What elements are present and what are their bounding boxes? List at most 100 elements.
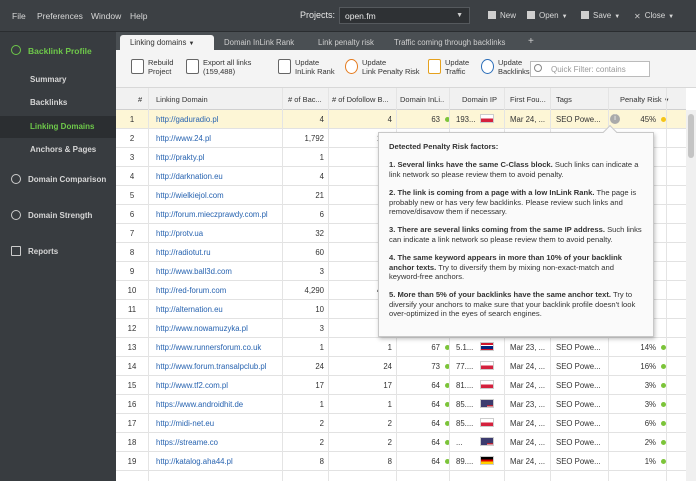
first-found-date: Mar 24, ... bbox=[510, 419, 546, 428]
country-flag-icon bbox=[480, 342, 494, 351]
new-label: New bbox=[500, 11, 517, 20]
vertical-scrollbar[interactable] bbox=[686, 110, 696, 481]
linking-domain-link[interactable]: https://www.androidhit.de bbox=[156, 400, 280, 409]
close-button[interactable]: ✕ Close ▼ bbox=[634, 11, 674, 21]
add-tab-button[interactable]: + bbox=[518, 35, 536, 50]
row-index: 12 bbox=[127, 324, 137, 333]
row-index: 17 bbox=[127, 419, 137, 428]
menu-window[interactable]: Window bbox=[91, 11, 121, 21]
col-header-tags[interactable]: Tags bbox=[556, 95, 572, 104]
table-row[interactable]: 1 http://gaduradio.pl 4 4 63 193... Mar 24, ..… bbox=[116, 110, 686, 129]
sidebar-item-linking-domains[interactable]: Linking Domains bbox=[0, 116, 116, 138]
backlinks-count: 24 bbox=[315, 362, 324, 371]
tab-linking-domains[interactable]: Linking domains ▼ bbox=[120, 35, 214, 50]
penalty-risk-value: 2% bbox=[644, 438, 656, 447]
col-header-first-found[interactable]: First Fou... bbox=[510, 95, 546, 104]
linking-domain-link[interactable]: http://midi-net.eu bbox=[156, 419, 280, 428]
new-button[interactable]: New bbox=[488, 11, 516, 20]
table-row[interactable]: 14 http://www.forum.transalpclub.pl 24 24 73… bbox=[116, 357, 686, 376]
dofollow-count: 1 bbox=[387, 343, 392, 352]
table-row[interactable]: 19 http://katalog.aha44.pl 8 8 64 89.... Mar 2… bbox=[116, 452, 686, 471]
menu-file[interactable]: File bbox=[12, 11, 26, 21]
sidebar-item-backlinks[interactable]: Backlinks bbox=[0, 92, 116, 114]
backlinks-count: 21 bbox=[315, 191, 324, 200]
row-index: 11 bbox=[127, 305, 137, 314]
col-header-dofollow[interactable]: # of Dofollow B... bbox=[332, 95, 394, 104]
col-header-inlink-rank[interactable]: Domain InLi... bbox=[400, 95, 444, 104]
linking-domain-link[interactable]: http://www.nowamuzyka.pl bbox=[156, 324, 280, 333]
linking-domain-link[interactable]: https://streame.co bbox=[156, 438, 280, 447]
update-backlinks-button[interactable]: Update Backlinks bbox=[481, 58, 530, 76]
update-label-2: Backlinks bbox=[498, 67, 530, 76]
sidebar-section-domain-comparison[interactable]: Domain Comparison bbox=[0, 169, 116, 191]
table-row[interactable]: 15 http://www.tf2.com.pl 17 17 64 81.... Mar 2… bbox=[116, 376, 686, 395]
save-button[interactable]: Save ▼ bbox=[581, 11, 620, 20]
linking-domain-link[interactable]: http://www.tf2.com.pl bbox=[156, 381, 280, 390]
info-icon[interactable]: i bbox=[610, 114, 620, 124]
table-row[interactable]: 16 https://www.androidhit.de 1 1 64 85.... Mar… bbox=[116, 395, 686, 414]
inlink-rank: 64 bbox=[431, 381, 440, 390]
open-button[interactable]: Open ▼ bbox=[527, 11, 568, 20]
update-penalty-button[interactable]: Update Link Penalty Risk bbox=[345, 58, 420, 76]
update-traffic-button[interactable]: Update Traffic bbox=[428, 58, 470, 76]
scrollbar-thumb[interactable] bbox=[688, 114, 694, 158]
col-header-domain-ip[interactable]: Domain IP bbox=[462, 95, 497, 104]
linking-domain-link[interactable]: http://katalog.aha44.pl bbox=[156, 457, 280, 466]
linking-domain-link[interactable]: http://radiotut.ru bbox=[156, 248, 280, 257]
linking-domain-link[interactable]: http://protv.ua bbox=[156, 229, 280, 238]
backlinks-count: 32 bbox=[315, 229, 324, 238]
table-row[interactable]: 17 http://midi-net.eu 2 2 64 85.... Mar 24, ..… bbox=[116, 414, 686, 433]
col-header-backlinks[interactable]: # of Bac... bbox=[288, 95, 326, 104]
linking-domain-link[interactable]: http://prakty.pl bbox=[156, 153, 280, 162]
linking-domain-link[interactable]: http://gaduradio.pl bbox=[156, 115, 280, 124]
tags-value: SEO Powe... bbox=[556, 419, 601, 428]
inlink-rank: 64 bbox=[431, 438, 440, 447]
backlinks-count: 3 bbox=[319, 324, 324, 333]
country-flag-icon bbox=[480, 399, 494, 408]
row-index: 2 bbox=[129, 134, 135, 143]
linking-domain-link[interactable]: http://www.ball3d.com bbox=[156, 267, 280, 276]
linking-domain-link[interactable]: http://darknation.eu bbox=[156, 172, 280, 181]
col-header-index[interactable]: # bbox=[138, 95, 142, 104]
update-inlink-button[interactable]: Update InLink Rank bbox=[278, 58, 335, 76]
tab-link-penalty-risk[interactable]: Link penalty risk bbox=[308, 35, 384, 50]
rebuild-icon bbox=[131, 59, 144, 74]
row-index: 9 bbox=[129, 267, 135, 276]
update-label: Update bbox=[445, 58, 470, 67]
linking-domain-link[interactable]: http://www.runnersforum.co.uk bbox=[156, 343, 280, 352]
sidebar-section-domain-strength[interactable]: Domain Strength bbox=[0, 205, 116, 227]
menu-help[interactable]: Help bbox=[130, 11, 147, 21]
update-label-2: Traffic bbox=[445, 67, 466, 76]
row-index: 14 bbox=[127, 362, 137, 371]
linking-domain-link[interactable]: http://forum.mieczprawdy.com.pl bbox=[156, 210, 280, 219]
tab-domain-inlink-rank[interactable]: Domain InLink Rank bbox=[214, 35, 308, 50]
col-header-linking-domain[interactable]: Linking Domain bbox=[156, 95, 208, 104]
first-found-date: Mar 24, ... bbox=[510, 438, 546, 447]
quick-filter-input[interactable]: Quick Filter: contains bbox=[530, 61, 650, 77]
table-row[interactable]: 13 http://www.runnersforum.co.uk 1 1 67 5.1..… bbox=[116, 338, 686, 357]
first-found-date: Mar 24, ... bbox=[510, 115, 546, 124]
backlinks-count: 17 bbox=[315, 381, 324, 390]
export-links-button[interactable]: Export all links (159,488) bbox=[186, 58, 252, 76]
rebuild-project-button[interactable]: Rebuild Project bbox=[131, 58, 173, 76]
table-row[interactable]: 18 https://streame.co 2 2 64... Mar 24, ... SE… bbox=[116, 433, 686, 452]
tab-traffic-backlinks[interactable]: Traffic coming through backlinks bbox=[384, 35, 520, 50]
tags-value: SEO Powe... bbox=[556, 343, 601, 352]
sidebar-item-anchors-pages[interactable]: Anchors & Pages bbox=[0, 139, 116, 161]
col-header-penalty-risk[interactable]: Penalty Risk ▼ bbox=[620, 95, 670, 104]
linking-domain-link[interactable]: http://wielkiejol.com bbox=[156, 191, 280, 200]
project-select-value: open.fm bbox=[345, 11, 376, 21]
linking-domain-link[interactable]: http://alternation.eu bbox=[156, 305, 280, 314]
row-index: 10 bbox=[127, 286, 137, 295]
menu-preferences[interactable]: Preferences bbox=[37, 11, 83, 21]
sidebar-item-summary[interactable]: Summary bbox=[0, 69, 116, 91]
export-label: Export all links bbox=[203, 58, 252, 67]
sidebar-section-reports[interactable]: Reports bbox=[0, 241, 116, 263]
linking-domain-link[interactable]: http://red-forum.com bbox=[156, 286, 280, 295]
chevron-down-icon: ▼ bbox=[614, 14, 621, 20]
sidebar-module-backlink-profile[interactable]: Backlink Profile bbox=[0, 40, 116, 62]
linking-domain-link[interactable]: http://www.forum.transalpclub.pl bbox=[156, 362, 280, 371]
inlink-rank: 67 bbox=[431, 343, 440, 352]
linking-domain-link[interactable]: http://www.24.pl bbox=[156, 134, 280, 143]
project-select[interactable]: open.fm ▼ bbox=[339, 7, 470, 24]
